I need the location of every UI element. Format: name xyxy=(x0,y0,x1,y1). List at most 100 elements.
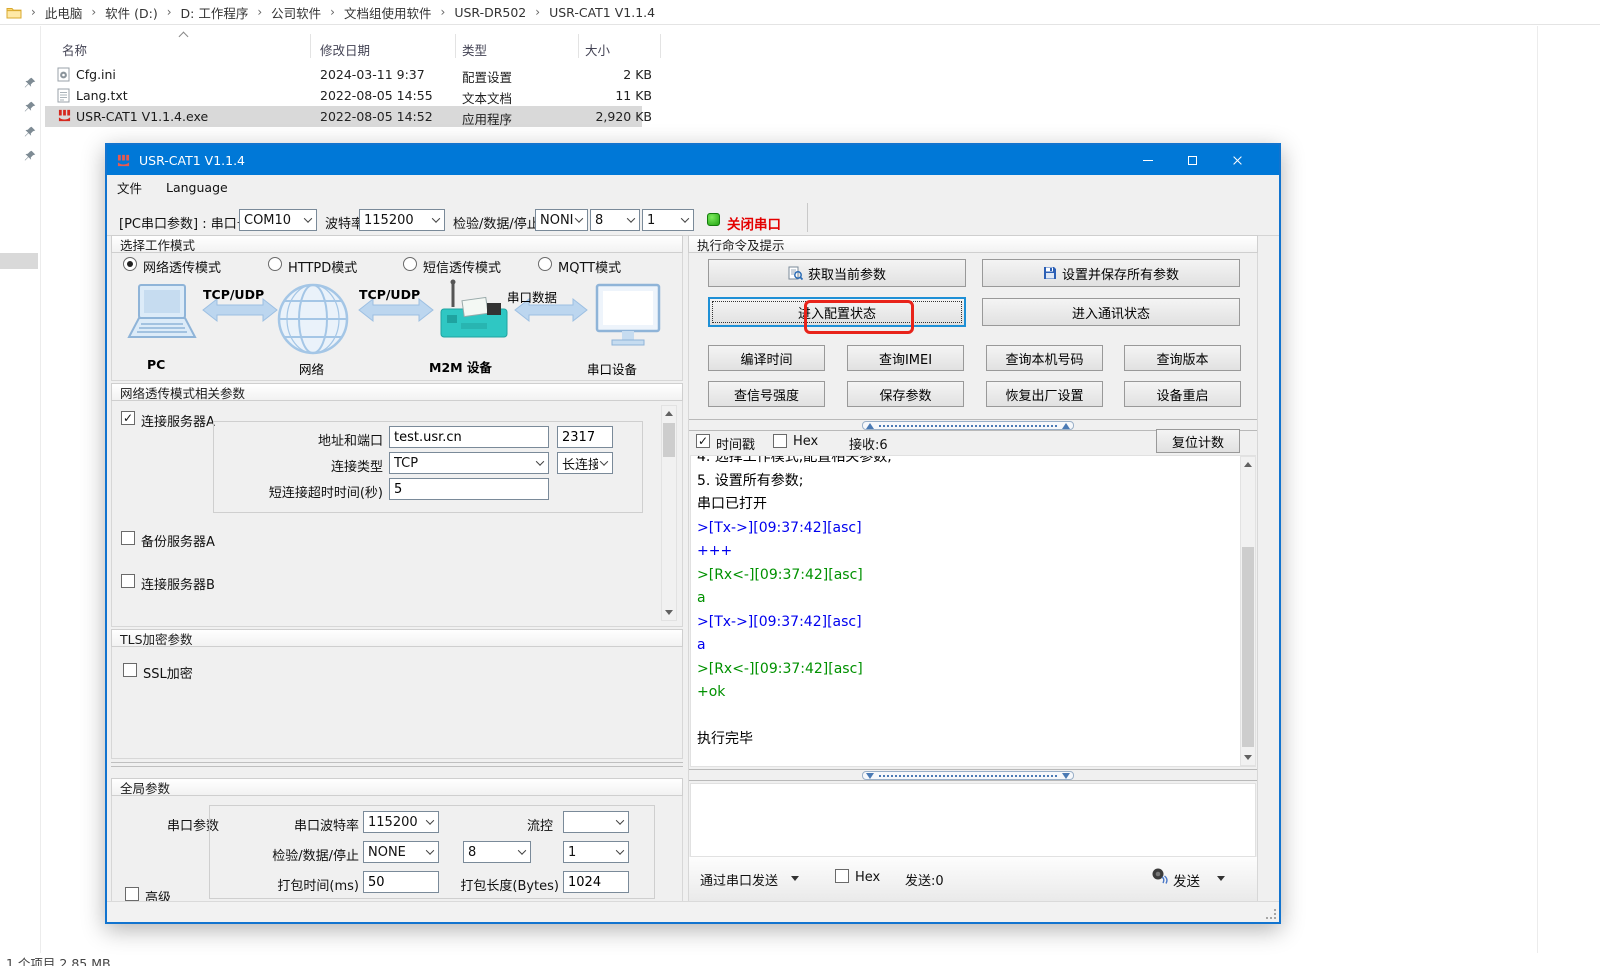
radio-net-transparent-label[interactable]: 网络透传模式 xyxy=(143,257,221,276)
server-port-input[interactable] xyxy=(557,426,613,448)
databits-select[interactable]: 8 xyxy=(590,209,640,231)
reset-counter-button[interactable]: 复位计数 xyxy=(1156,429,1240,453)
stopbits-select[interactable]: 1 xyxy=(642,209,694,231)
recv-hex-label[interactable]: Hex xyxy=(793,434,818,449)
column-divider[interactable] xyxy=(660,34,661,58)
table-row[interactable]: Cfg.ini 2024-03-11 9:37 配置设置 2 KB xyxy=(45,64,642,85)
breadcrumb-item[interactable]: USR-DR502 xyxy=(454,5,526,20)
column-header-type[interactable]: 类型 xyxy=(462,40,487,59)
log-output[interactable]: 4. 选择工作模式,配置相关参数; 5. 设置所有参数; 串口已打开 >[Tx-… xyxy=(690,455,1256,767)
radio-httpd-label[interactable]: HTTPD模式 xyxy=(288,257,357,276)
server-a-checkbox[interactable]: ✓ xyxy=(121,411,135,425)
global-parity-select[interactable]: NONE xyxy=(363,841,439,863)
device-restart-button[interactable]: 设备重启 xyxy=(1124,381,1241,407)
send-button[interactable]: 发送 xyxy=(1173,870,1200,890)
timestamp-checkbox[interactable]: ✓ xyxy=(696,434,710,448)
scroll-up-icon[interactable] xyxy=(662,407,676,421)
enter-comm-button[interactable]: 进入通讯状态 xyxy=(982,298,1240,326)
advanced-checkbox[interactable] xyxy=(125,887,139,901)
backup-a-checkbox[interactable] xyxy=(121,531,135,545)
save-params-button[interactable]: 保存参数 xyxy=(847,381,964,407)
query-version-button[interactable]: 查询版本 xyxy=(1124,345,1241,371)
global-baud-select[interactable]: 115200 xyxy=(363,811,439,833)
net-params-header: 网络透传模式相关参数 xyxy=(111,383,683,401)
log-scrollbar[interactable] xyxy=(1240,456,1256,766)
resize-grip[interactable] xyxy=(1274,917,1276,919)
ssl-checkbox[interactable] xyxy=(123,663,137,677)
net-params-scrollbar[interactable] xyxy=(661,405,677,621)
table-row[interactable]: Lang.txt 2022-08-05 14:55 文本文档 11 KB xyxy=(45,85,642,106)
radio-mqtt-label[interactable]: MQTT模式 xyxy=(558,257,621,276)
keepalive-select[interactable]: 长连接 xyxy=(557,452,613,474)
menu-language[interactable]: Language xyxy=(166,180,228,195)
ssl-label[interactable]: SSL加密 xyxy=(143,663,193,682)
close-button[interactable] xyxy=(1215,145,1260,175)
minimize-button[interactable] xyxy=(1125,145,1170,175)
server-b-checkbox[interactable] xyxy=(121,574,135,588)
scrollbar-thumb[interactable] xyxy=(1242,547,1254,747)
packtime-input[interactable] xyxy=(363,871,439,893)
scroll-down-icon[interactable] xyxy=(1241,750,1255,764)
send-input-area[interactable] xyxy=(690,783,1256,857)
device-label-m2m: M2M 设备 xyxy=(429,357,492,376)
com-port-select[interactable]: COM10 xyxy=(239,209,317,231)
maximize-button[interactable] xyxy=(1170,145,1215,175)
save-all-button[interactable]: 设置并保存所有参数 xyxy=(982,259,1240,287)
title-bar[interactable]: USR-CAT1 V1.1.4 xyxy=(107,145,1279,175)
timestamp-label[interactable]: 时间戳 xyxy=(716,434,755,453)
column-divider[interactable] xyxy=(578,34,579,58)
radio-sms[interactable] xyxy=(403,257,417,271)
recv-hex-checkbox[interactable] xyxy=(773,434,787,448)
baud-select[interactable]: 115200 xyxy=(359,209,445,231)
timeout-input[interactable] xyxy=(389,478,549,500)
factory-reset-button[interactable]: 恢复出厂设置 xyxy=(986,381,1103,407)
signal-strength-button[interactable]: 查信号强度 xyxy=(708,381,825,407)
get-params-button[interactable]: 获取当前参数 xyxy=(708,259,966,287)
nav-pane-item[interactable] xyxy=(0,253,38,269)
device-label-serial-device: 串口设备 xyxy=(587,359,637,378)
radio-httpd[interactable] xyxy=(268,257,282,271)
radio-mqtt[interactable] xyxy=(538,257,552,271)
breadcrumb-item[interactable]: 此电脑 xyxy=(45,3,83,22)
column-divider[interactable] xyxy=(310,34,311,58)
close-port-button[interactable]: 关闭串口 xyxy=(727,213,781,233)
server-a-label[interactable]: 连接服务器A xyxy=(141,411,215,430)
packlen-input[interactable] xyxy=(563,871,629,893)
chevron-down-icon[interactable] xyxy=(791,876,799,881)
backup-a-label[interactable]: 备份服务器A xyxy=(141,531,215,550)
flow-select[interactable] xyxy=(563,811,629,833)
chevron-down-icon[interactable] xyxy=(1217,876,1225,881)
breadcrumb-item[interactable]: USR-CAT1 V1.1.4 xyxy=(549,5,655,20)
menu-file[interactable]: 文件 xyxy=(117,178,142,197)
query-number-button[interactable]: 查询本机号码 xyxy=(986,345,1103,371)
radio-sms-label[interactable]: 短信透传模式 xyxy=(423,257,501,276)
breadcrumb-item[interactable]: D: 工作程序 xyxy=(181,3,249,22)
send-hex-label[interactable]: Hex xyxy=(855,870,880,885)
sort-ascending-icon[interactable] xyxy=(179,32,189,42)
compile-time-button[interactable]: 编译时间 xyxy=(708,345,825,371)
send-hex-checkbox[interactable] xyxy=(835,869,849,883)
scroll-down-icon[interactable] xyxy=(662,605,676,619)
breadcrumb-item[interactable]: 文档组使用软件 xyxy=(344,3,432,22)
server-b-label[interactable]: 连接服务器B xyxy=(141,574,215,593)
table-row-selected[interactable]: USR-CAT1 V1.1.4.exe 2022-08-05 14:52 应用程… xyxy=(45,106,642,127)
scrollbar-thumb[interactable] xyxy=(663,423,675,457)
breadcrumb-item[interactable]: 软件 (D:) xyxy=(105,3,158,22)
column-header-date[interactable]: 修改日期 xyxy=(320,40,370,59)
global-stopbits-select[interactable]: 1 xyxy=(563,841,629,863)
send-via-serial-button[interactable]: 通过串口发送 xyxy=(700,870,778,889)
column-divider[interactable] xyxy=(455,34,456,58)
parity-select[interactable]: NONI xyxy=(535,209,588,231)
breadcrumb-item[interactable]: 公司软件 xyxy=(271,3,321,22)
global-databits-select[interactable]: 8 xyxy=(463,841,531,863)
radio-net-transparent[interactable] xyxy=(123,257,137,271)
column-header-size[interactable]: 大小 xyxy=(585,40,610,59)
column-header-name[interactable]: 名称 xyxy=(62,40,87,59)
server-address-input[interactable] xyxy=(389,426,549,448)
explorer-status-text: 1 个项目 2.85 MB xyxy=(6,953,111,966)
conn-type-select[interactable]: TCP xyxy=(389,452,549,474)
splitter-handle[interactable] xyxy=(689,769,1257,781)
scroll-up-icon[interactable] xyxy=(1241,458,1255,472)
enter-config-button[interactable]: 进入配置状态 xyxy=(708,297,966,327)
query-imei-button[interactable]: 查询IMEI xyxy=(847,345,964,371)
